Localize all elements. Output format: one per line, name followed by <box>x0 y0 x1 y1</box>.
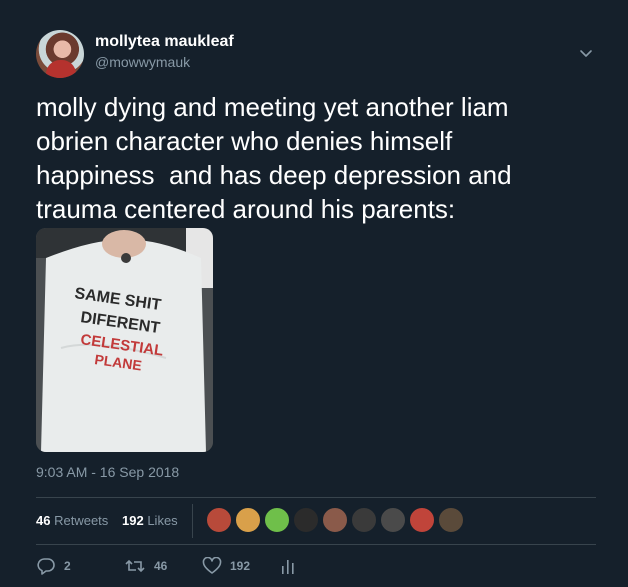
like-button[interactable]: 192 <box>202 556 250 576</box>
reply-icon <box>37 558 55 575</box>
display-name[interactable]: mollytea maukleaf <box>95 33 234 51</box>
retweet-button[interactable]: 46 <box>124 556 167 576</box>
engagement-stats: 46 Retweets 192 Likes <box>36 498 596 544</box>
retweet-icon <box>125 559 145 573</box>
retweets-count: 46 <box>36 513 51 528</box>
tweet-text: molly dying and meeting yet another liam… <box>36 92 512 224</box>
liker-avatar[interactable] <box>322 507 348 533</box>
liker-avatar[interactable] <box>380 507 406 533</box>
tweet-timestamp[interactable]: 9:03 AM - 16 Sep 2018 <box>36 464 179 480</box>
retweets-label: Retweets <box>54 513 109 528</box>
tweet-media-image[interactable]: SAME SHIT DIFERENT CELESTIAL PLANE <box>36 228 213 452</box>
tweet-actions: 2 46 192 <box>36 554 596 580</box>
likes-label: Likes <box>147 513 178 528</box>
user-handle[interactable]: @mowwymauk <box>95 54 190 70</box>
tweet-header: mollytea maukleaf @mowwymauk <box>36 30 596 80</box>
liker-avatar[interactable] <box>235 507 261 533</box>
likes-count: 192 <box>122 513 144 528</box>
liker-avatar[interactable] <box>293 507 319 533</box>
liker-avatar[interactable] <box>409 507 435 533</box>
like-count: 192 <box>230 559 251 573</box>
retweets-stat[interactable]: 46 Retweets <box>36 513 108 528</box>
likes-stat[interactable]: 192 Likes <box>122 513 178 528</box>
analytics-button[interactable] <box>280 556 296 576</box>
analytics-icon <box>282 560 294 574</box>
chevron-down-icon[interactable] <box>579 46 593 60</box>
heart-icon <box>202 557 222 574</box>
retweet-count: 46 <box>154 559 168 573</box>
reply-button[interactable]: 2 <box>36 556 71 576</box>
liker-avatar[interactable] <box>438 507 464 533</box>
liker-avatar[interactable] <box>206 507 232 533</box>
reply-count: 2 <box>64 559 71 573</box>
liker-avatar[interactable] <box>351 507 377 533</box>
stats-separator <box>192 504 193 538</box>
avatar[interactable] <box>36 30 84 78</box>
divider <box>36 544 596 545</box>
liker-avatar[interactable] <box>264 507 290 533</box>
